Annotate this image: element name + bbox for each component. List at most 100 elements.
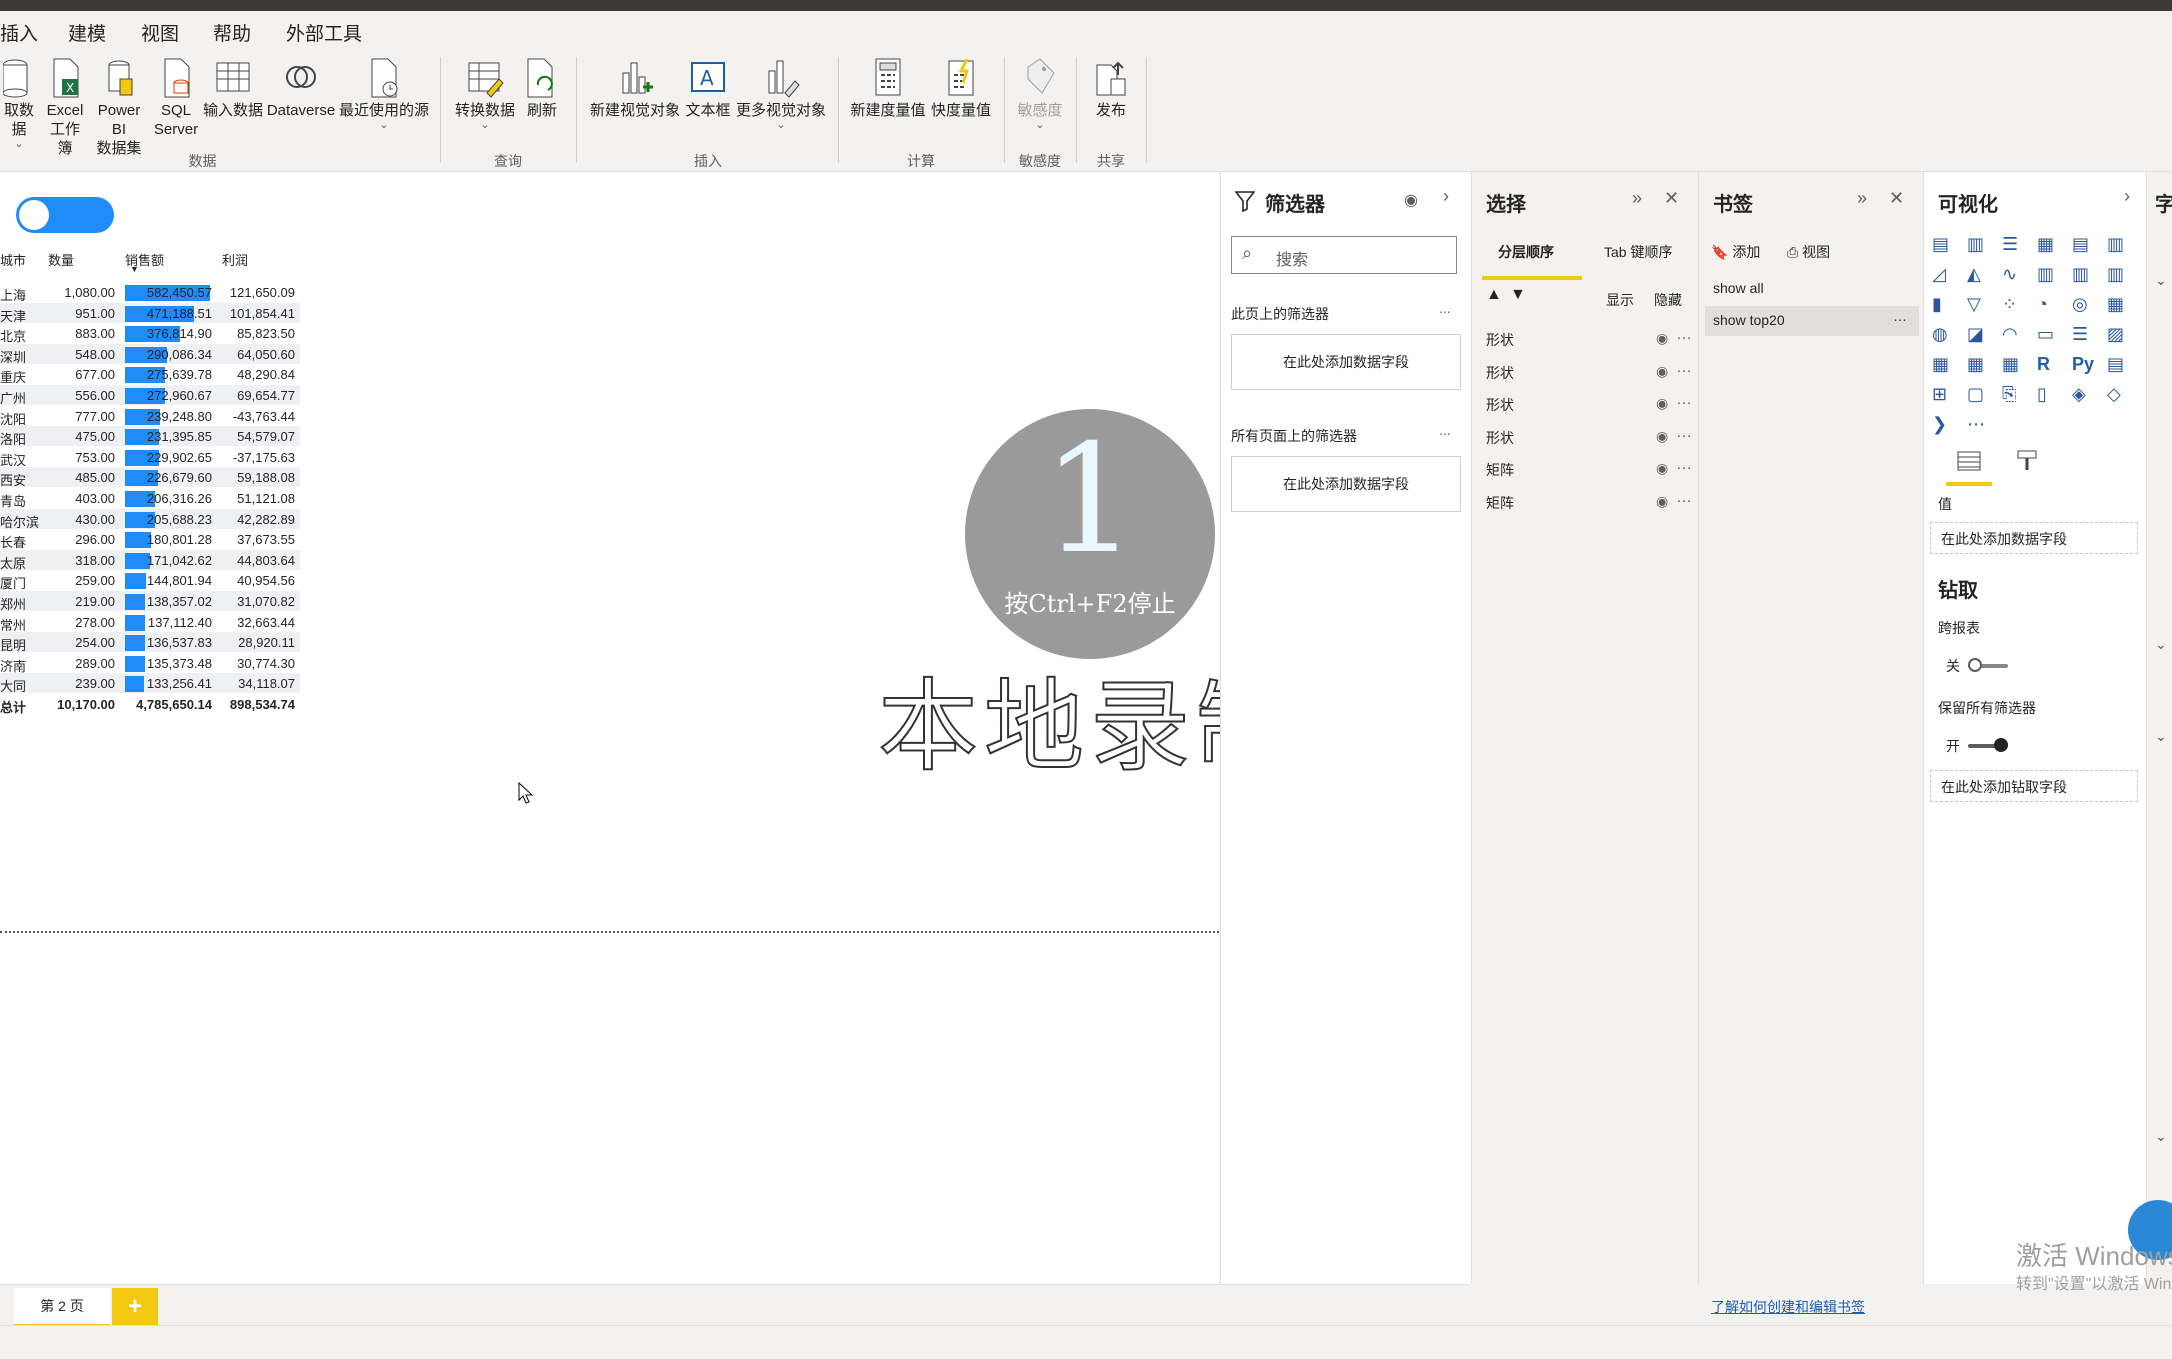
fields-well-icon[interactable] xyxy=(1954,448,1984,474)
add-bookmark-button[interactable]: 🔖 添加 xyxy=(1711,242,1760,262)
publish-button[interactable]: 发布 xyxy=(1088,57,1134,120)
chevron-down-icon[interactable]: ⌄ xyxy=(2155,636,2167,653)
more-options-icon[interactable]: … xyxy=(1893,308,1907,324)
visual-type-icon[interactable]: ▤ xyxy=(1932,234,1956,258)
eye-icon[interactable]: ◉ xyxy=(1404,190,1418,210)
collapse-icon[interactable]: » xyxy=(1632,188,1642,209)
table-row[interactable]: 广州 556.00 272,960.67 69,654.77 xyxy=(0,385,300,406)
menu-view[interactable]: 视图 xyxy=(141,19,179,46)
visual-type-icon[interactable]: ▥ xyxy=(1967,234,1991,258)
visual-type-icon[interactable]: ▽ xyxy=(1967,294,1991,318)
visual-type-icon[interactable]: R xyxy=(2037,354,2061,378)
visual-type-icon[interactable]: ▥ xyxy=(2037,264,2061,288)
table-row[interactable]: 太原 318.00 171,042.62 44,803.64 xyxy=(0,549,300,571)
more-options-icon[interactable]: … xyxy=(1676,424,1692,442)
visual-type-icon[interactable]: ▤ xyxy=(2072,234,2096,258)
visual-type-icon[interactable]: ▦ xyxy=(2107,294,2131,318)
table-row[interactable]: 天津 951.00 471,188.51 101,854.41 xyxy=(0,302,300,324)
visual-type-icon[interactable]: ◎ xyxy=(2072,294,2096,318)
tab-tab-order[interactable]: Tab 键顺序 xyxy=(1604,242,1672,262)
bookmarks-help-link[interactable]: 了解如何创建和编辑书签 xyxy=(1711,1297,1865,1317)
visibility-icon[interactable]: ◉ xyxy=(1656,395,1668,412)
visual-type-icon[interactable]: ▭ xyxy=(2037,324,2061,348)
move-down-icon[interactable]: ▼ xyxy=(1510,286,1526,304)
new-measure-button[interactable]: 新建度量值 xyxy=(850,57,926,120)
visibility-icon[interactable]: ◉ xyxy=(1656,493,1668,510)
new-visual-button[interactable]: 新建视觉对象 xyxy=(588,57,682,120)
table-row[interactable]: 北京 883.00 376,814.90 85,823.50 xyxy=(0,323,300,344)
more-options-icon[interactable]: … xyxy=(1676,359,1692,377)
visual-type-icon[interactable]: ▦ xyxy=(2002,354,2026,378)
visual-type-icon[interactable]: ▮ xyxy=(1932,294,1956,318)
chevron-right-icon[interactable]: › xyxy=(1443,186,1449,207)
values-drop-zone[interactable]: 在此处添加数据字段 xyxy=(1930,522,2138,554)
layer-item[interactable]: 形状 ◉… xyxy=(1486,324,1692,354)
table-row[interactable]: 常州 278.00 137,112.40 32,663.44 xyxy=(0,612,300,633)
visibility-icon[interactable]: ◉ xyxy=(1656,330,1668,347)
quick-measure-button[interactable]: 快度量值 xyxy=(930,57,992,120)
dataverse-button[interactable]: Dataverse xyxy=(266,57,336,120)
table-row[interactable]: 昆明 254.00 136,537.83 28,920.11 xyxy=(0,632,300,653)
sql-server-button[interactable]: SQL Server xyxy=(152,57,200,139)
drillthrough-drop-zone[interactable]: 在此处添加钻取字段 xyxy=(1930,770,2138,802)
filter-search-input[interactable]: ⌕ 搜索 xyxy=(1231,236,1457,274)
bookmark-item[interactable]: show top20… xyxy=(1705,306,1919,336)
enter-data-button[interactable]: 输入数据 xyxy=(202,57,264,120)
excel-button[interactable]: X Excel 工作簿 xyxy=(44,57,86,158)
matrix-header-city[interactable]: 城市 xyxy=(0,250,26,269)
more-options-icon[interactable]: ... xyxy=(1439,422,1451,438)
table-row[interactable]: 西安 485.00 226,679.60 59,188.08 xyxy=(0,467,300,488)
layer-item[interactable]: 形状 ◉… xyxy=(1486,422,1692,452)
visual-type-icon[interactable]: ❯ xyxy=(1932,414,1956,438)
move-up-icon[interactable]: ▲ xyxy=(1486,286,1502,304)
refresh-button[interactable]: 刷新 xyxy=(522,57,562,120)
visual-type-icon[interactable]: ▥ xyxy=(2107,264,2131,288)
visual-type-icon[interactable]: ▦ xyxy=(1932,354,1956,378)
bookmark-item[interactable]: show all xyxy=(1705,274,1919,304)
table-row[interactable]: 济南 289.00 135,373.48 30,774.30 xyxy=(0,653,300,674)
table-row[interactable]: 长春 296.00 180,801.28 37,673.55 xyxy=(0,529,300,550)
visual-type-icon[interactable]: ◈ xyxy=(2072,384,2096,408)
visual-type-icon[interactable]: ▦ xyxy=(2037,234,2061,258)
transform-data-button[interactable]: 转换数据 ⌄ xyxy=(452,57,518,131)
textbox-button[interactable]: A 文本框 xyxy=(684,57,732,120)
page-tab[interactable]: 第 2 页 xyxy=(14,1288,110,1328)
add-page-button[interactable]: + xyxy=(112,1288,158,1326)
collapse-icon[interactable]: » xyxy=(1857,188,1867,209)
all-pages-drop-zone[interactable]: 在此处添加数据字段 xyxy=(1231,456,1461,512)
recent-sources-button[interactable]: 最近使用的源 ⌄ xyxy=(338,57,430,131)
menu-help[interactable]: 帮助 xyxy=(213,19,251,46)
chevron-down-icon[interactable]: ⌄ xyxy=(2155,728,2167,745)
visual-type-icon[interactable]: ▥ xyxy=(2072,264,2096,288)
visual-type-icon[interactable]: ⎘ xyxy=(2002,384,2026,408)
more-options-icon[interactable]: ... xyxy=(1439,300,1451,316)
keep-filters-toggle[interactable] xyxy=(1968,738,2008,752)
visual-type-icon[interactable]: ▢ xyxy=(1967,384,1991,408)
table-row[interactable]: 青岛 403.00 206,316.26 51,121.08 xyxy=(0,488,300,509)
visibility-icon[interactable]: ◉ xyxy=(1656,428,1668,445)
show-all-button[interactable]: 显示 xyxy=(1606,290,1634,310)
get-data-button[interactable]: 取数据 ⌄ xyxy=(0,57,38,150)
matrix-header-profit[interactable]: 利润 xyxy=(222,250,248,269)
table-row[interactable]: 大同 239.00 133,256.41 34,118.07 xyxy=(0,673,300,694)
chevron-down-icon[interactable]: ⌄ xyxy=(2155,272,2167,289)
more-options-icon[interactable]: … xyxy=(1676,489,1692,507)
visual-type-icon[interactable]: ▯ xyxy=(2037,384,2061,408)
visual-type-icon[interactable]: ◭ xyxy=(1967,264,1991,288)
chevron-down-icon[interactable]: ⌄ xyxy=(2155,1128,2167,1145)
visual-type-icon[interactable]: ☰ xyxy=(2072,324,2096,348)
more-visuals-button[interactable]: 更多视觉对象 ⌄ xyxy=(734,57,828,131)
visual-type-icon[interactable]: ◔ xyxy=(2037,294,2061,318)
visual-type-icon[interactable]: ⋯ xyxy=(1967,414,1991,438)
visual-type-icon[interactable]: ▦ xyxy=(1967,354,1991,378)
layer-item[interactable]: 形状 ◉… xyxy=(1486,389,1692,419)
menu-external-tools[interactable]: 外部工具 xyxy=(286,19,362,46)
table-row[interactable]: 上海 1,080.00 582,450.57 121,650.09 xyxy=(0,282,300,303)
visual-type-icon[interactable]: ◇ xyxy=(2107,384,2131,408)
visibility-icon[interactable]: ◉ xyxy=(1656,460,1668,477)
visual-type-icon[interactable]: ∿ xyxy=(2002,264,2026,288)
table-row[interactable]: 深圳 548.00 290,086.34 64,050.60 xyxy=(0,343,300,365)
visual-type-icon[interactable]: ▤ xyxy=(2107,354,2131,378)
visual-type-icon[interactable]: ▨ xyxy=(2107,324,2131,348)
more-options-icon[interactable]: … xyxy=(1676,456,1692,474)
